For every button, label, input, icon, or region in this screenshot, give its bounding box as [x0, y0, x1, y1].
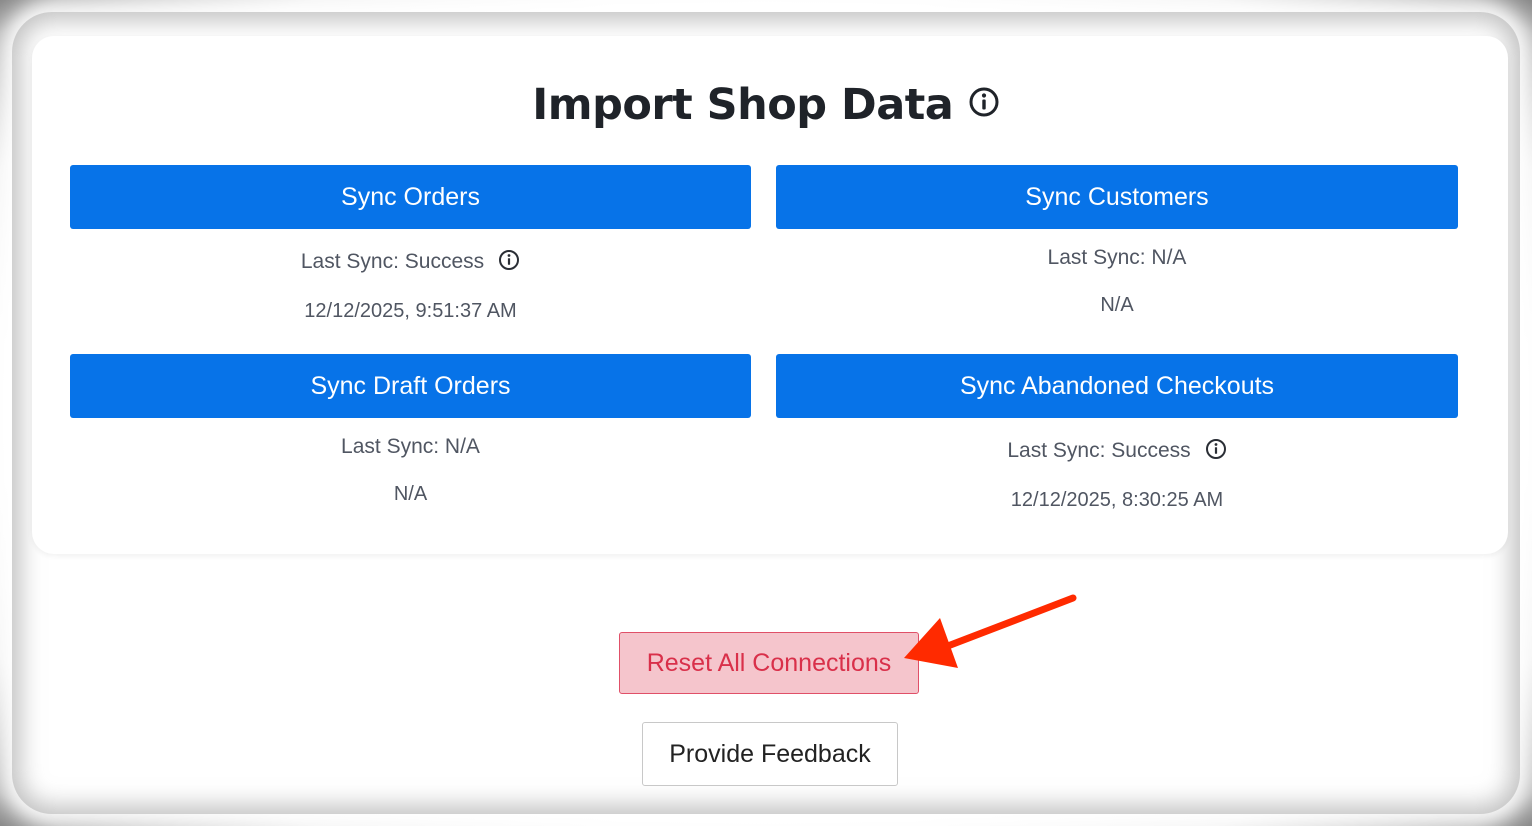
- sync-abandoned-checkouts-status: Last Sync: Success: [776, 438, 1458, 463]
- sync-abandoned-checkouts-label: Sync Abandoned Checkouts: [959, 371, 1275, 400]
- sync-abandoned-checkouts-button[interactable]: Sync Abandoned Checkouts: [776, 354, 1458, 418]
- sync-customers-button[interactable]: Sync Customers: [776, 165, 1458, 229]
- sync-orders-status: Last Sync: Success: [70, 249, 751, 274]
- provide-feedback-button[interactable]: Provide Feedback: [642, 722, 898, 786]
- sync-draft-orders-label: Sync Draft Orders: [310, 371, 511, 400]
- sync-customers-date: N/A: [1100, 294, 1134, 316]
- screenshot-frame: Import Shop Data Sync Orders Last Sync: …: [0, 0, 1532, 826]
- sync-draft-orders-status-text: Last Sync: N/A: [341, 435, 480, 458]
- sync-draft-orders-status: Last Sync: N/A: [70, 435, 751, 459]
- sync-draft-orders-button[interactable]: Sync Draft Orders: [70, 354, 751, 418]
- sync-orders-button[interactable]: Sync Orders: [70, 165, 751, 229]
- sync-abandoned-checkouts-status-text: Last Sync: Success: [1007, 439, 1191, 462]
- sync-orders-status-text: Last Sync: Success: [300, 250, 485, 273]
- sync-orders-date: 12/12/2025, 9:51:37 AM: [304, 300, 517, 322]
- info-circle-icon[interactable]: [968, 86, 1000, 118]
- reset-all-connections-button[interactable]: Reset All Connections: [619, 632, 919, 694]
- sync-customers-status: Last Sync: N/A: [776, 246, 1458, 270]
- sync-orders-label: Sync Orders: [341, 182, 480, 211]
- provide-feedback-label: Provide Feedback: [669, 739, 871, 768]
- reset-all-connections-label: Reset All Connections: [646, 648, 892, 677]
- info-circle-icon[interactable]: [1205, 438, 1227, 460]
- sync-customers-status-text: Last Sync: N/A: [1047, 246, 1187, 269]
- page-title: Import Shop Data: [532, 80, 954, 130]
- title-row: Import Shop Data: [0, 80, 1532, 130]
- info-circle-icon[interactable]: [498, 249, 520, 271]
- sync-abandoned-checkouts-date: 12/12/2025, 8:30:25 AM: [1010, 489, 1224, 511]
- sync-draft-orders-date: N/A: [393, 483, 428, 505]
- red-arrow-pointer-icon: [904, 594, 1077, 668]
- sync-customers-label: Sync Customers: [1025, 182, 1209, 211]
